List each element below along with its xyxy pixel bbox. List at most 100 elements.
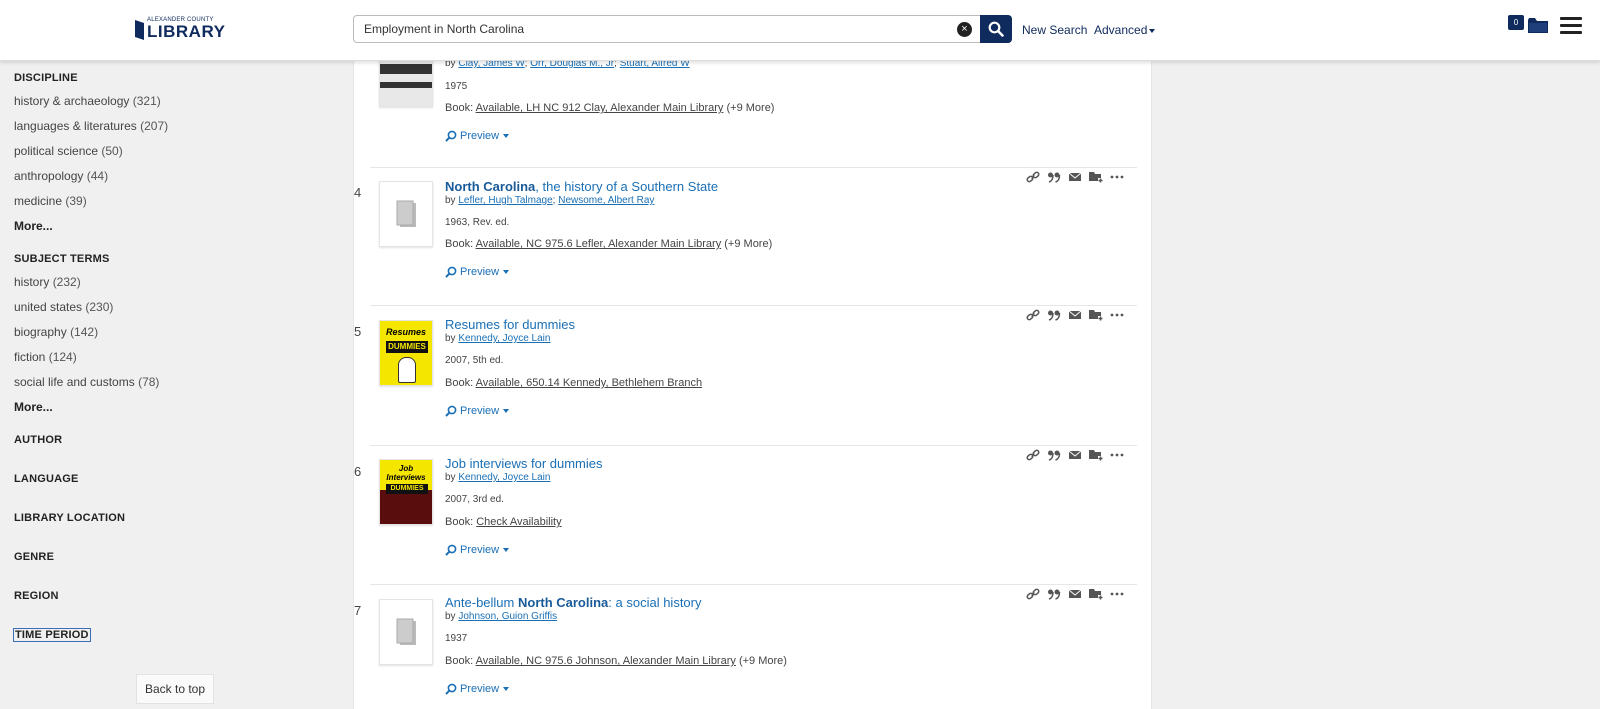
add-folder-icon[interactable] (1089, 171, 1103, 183)
result-title[interactable]: North Carolina, the history of a Souther… (445, 179, 718, 194)
facet-genre[interactable]: GENRE (14, 551, 54, 563)
search-input[interactable] (354, 16, 934, 42)
discipline-more-link[interactable]: More... (14, 219, 53, 233)
facet-time-period[interactable]: TIME PERIOD (13, 628, 91, 642)
advanced-label: Advanced (1094, 23, 1148, 37)
title-highlight: North Carolina (445, 179, 536, 194)
logo-title: LIBRARY (147, 22, 226, 41)
search-button[interactable] (980, 15, 1012, 43)
preview-toggle[interactable]: Preview (445, 405, 510, 417)
facet-item[interactable]: languages & literatures (207) (14, 119, 168, 133)
facet-item[interactable]: political science (50) (14, 144, 123, 158)
back-to-top-button[interactable]: Back to top (136, 674, 214, 704)
email-icon[interactable] (1068, 588, 1082, 600)
cover-title: Resumes (385, 327, 427, 337)
link-icon[interactable] (1026, 309, 1040, 321)
facet-item-count: (124) (48, 350, 77, 364)
subject-terms-more-link[interactable]: More... (14, 400, 53, 414)
availability-link[interactable]: Available, NC 975.6 Johnson, Alexander M… (476, 655, 736, 667)
email-icon[interactable] (1068, 449, 1082, 461)
quote-icon[interactable] (1047, 171, 1061, 183)
preview-toggle[interactable]: Preview (445, 266, 510, 278)
facet-item[interactable]: biography (142) (14, 325, 98, 339)
facet-item-label: medicine (14, 194, 63, 208)
book-placeholder-icon (396, 200, 416, 227)
availability-link[interactable]: Available, 650.14 Kennedy, Bethlehem Bra… (476, 377, 702, 389)
facet-item-label: biography (14, 325, 67, 339)
quote-icon[interactable] (1047, 449, 1061, 461)
result-title[interactable]: Resumes for dummies (445, 317, 575, 332)
facet-item[interactable]: history (232) (14, 275, 81, 289)
author-link[interactable]: Kennedy, Joyce Lain (458, 333, 550, 344)
preview-toggle[interactable]: Preview (445, 544, 510, 556)
facet-library-location[interactable]: LIBRARY LOCATION (14, 512, 125, 524)
more-icon[interactable] (1110, 588, 1124, 600)
book-cover-placeholder[interactable] (379, 181, 433, 247)
facet-item-count: (142) (70, 325, 99, 339)
facet-sidebar: DISCIPLINE history & archaeology (321) l… (0, 61, 352, 709)
result-title[interactable]: Job interviews for dummies (445, 456, 603, 471)
zoom-icon (445, 130, 457, 142)
chevron-down-icon (503, 409, 510, 413)
facet-language[interactable]: LANGUAGE (14, 473, 79, 485)
link-icon[interactable] (1026, 588, 1040, 600)
chevron-down-icon (1149, 28, 1156, 33)
advanced-search-dropdown[interactable]: Advanced (1094, 23, 1156, 37)
book-cover-placeholder[interactable] (379, 599, 433, 665)
folder-icon[interactable] (1527, 17, 1549, 34)
author-link[interactable]: Newsome, Albert Ray (558, 195, 654, 206)
facet-item-count: (321) (132, 94, 161, 108)
email-icon[interactable] (1068, 309, 1082, 321)
more-icon[interactable] (1110, 449, 1124, 461)
author-link[interactable]: Lefler, Hugh Talmage (458, 195, 552, 206)
email-icon[interactable] (1068, 171, 1082, 183)
quote-icon[interactable] (1047, 309, 1061, 321)
facet-item[interactable]: social life and customs (78) (14, 375, 159, 389)
avail-prefix: Book: (445, 102, 474, 114)
add-folder-icon[interactable] (1089, 588, 1103, 600)
book-cover[interactable]: Job Interviews DUMMIES (379, 459, 433, 525)
chevron-down-icon (503, 270, 510, 274)
facet-author[interactable]: AUTHOR (14, 434, 62, 446)
avail-prefix: Book: (445, 655, 474, 667)
more-icon[interactable] (1110, 309, 1124, 321)
hamburger-menu-icon[interactable] (1560, 17, 1582, 34)
result-pubinfo: 1937 (445, 633, 468, 644)
facet-item[interactable]: history & archaeology (321) (14, 94, 161, 108)
author-link[interactable]: Johnson, Guion Griffis (458, 611, 557, 622)
check-availability-link[interactable]: Check Availability (476, 516, 561, 528)
preview-toggle[interactable]: Preview (445, 683, 510, 695)
result-authors: by Johnson, Guion Griffis (445, 611, 558, 622)
result-availability: Book: Check Availability (445, 516, 562, 528)
title-text: : a social history (608, 595, 702, 610)
library-logo[interactable]: ALEXANDER COUNTY LIBRARY (135, 16, 225, 40)
add-folder-icon[interactable] (1089, 449, 1103, 461)
facet-item[interactable]: fiction (124) (14, 350, 77, 364)
facet-item[interactable]: united states (230) (14, 300, 113, 314)
book-cover[interactable]: Resumes DUMMIES (379, 320, 433, 386)
link-icon[interactable] (1026, 171, 1040, 183)
facet-heading-discipline: DISCIPLINE (14, 72, 78, 84)
facet-item[interactable]: medicine (39) (14, 194, 87, 208)
facet-item-count: (207) (140, 119, 169, 133)
facet-item[interactable]: anthropology (44) (14, 169, 108, 183)
add-folder-icon[interactable] (1089, 309, 1103, 321)
result-actions (1026, 309, 1124, 321)
result-authors: by Kennedy, Joyce Lain (445, 333, 551, 344)
availability-link[interactable]: Available, LH NC 912 Clay, Alexander Mai… (476, 102, 724, 114)
facet-item-count: (44) (86, 169, 109, 183)
preview-label: Preview (460, 405, 500, 417)
author-link[interactable]: Kennedy, Joyce Lain (458, 472, 550, 483)
more-icon[interactable] (1110, 171, 1124, 183)
clear-search-icon[interactable]: × (957, 22, 972, 37)
logo-book-icon (135, 20, 144, 40)
availability-link[interactable]: Available, NC 975.6 Lefler, Alexander Ma… (476, 238, 722, 250)
new-search-link[interactable]: New Search (1022, 23, 1087, 37)
facet-item-count: (50) (101, 144, 123, 158)
quote-icon[interactable] (1047, 588, 1061, 600)
preview-label: Preview (460, 130, 500, 142)
preview-toggle[interactable]: Preview (445, 130, 510, 142)
link-icon[interactable] (1026, 449, 1040, 461)
result-title[interactable]: Ante-bellum North Carolina: a social his… (445, 595, 701, 610)
facet-region[interactable]: REGION (14, 590, 59, 602)
